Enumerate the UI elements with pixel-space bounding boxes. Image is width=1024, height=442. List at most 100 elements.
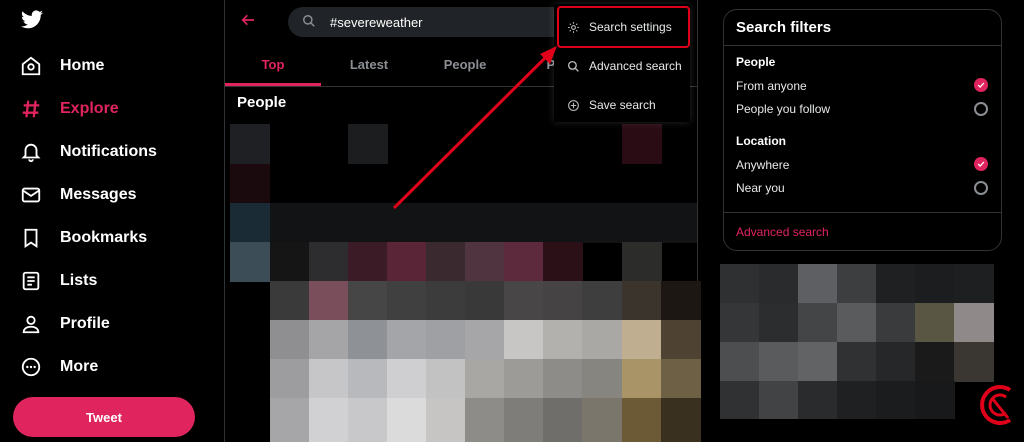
blurred-block: [543, 281, 583, 321]
blurred-block: [309, 359, 349, 399]
blurred-block: [876, 381, 916, 419]
blurred-block: [661, 281, 701, 321]
blurred-block: [876, 342, 916, 382]
blurred-block: [309, 281, 349, 321]
blurred-block: [387, 359, 427, 399]
hashtag-icon: [18, 96, 44, 122]
blurred-block: [426, 281, 466, 321]
profile-icon: [18, 311, 44, 337]
advanced-search-link[interactable]: Advanced search: [736, 225, 829, 239]
blurred-block: [622, 124, 662, 164]
blurred-block: [582, 359, 622, 399]
back-arrow-icon[interactable]: [240, 12, 260, 32]
blurred-block: [504, 359, 544, 399]
blurred-block: [348, 359, 388, 399]
blurred-block: [230, 203, 270, 243]
blurred-block: [876, 264, 916, 304]
section-title-people: People: [237, 94, 287, 111]
blurred-block: [309, 242, 349, 282]
check-icon: [977, 82, 985, 88]
blurred-block: [720, 303, 760, 343]
sidebar-item-messages[interactable]: Messages: [18, 178, 137, 212]
sidebar-item-notifications[interactable]: Notifications: [18, 135, 157, 169]
blurred-block: [387, 320, 427, 360]
menu-item-label: Advanced search: [589, 59, 682, 73]
sidebar-item-lists[interactable]: Lists: [18, 264, 97, 298]
blurred-block: [426, 242, 466, 282]
sidebar-item-label: Home: [60, 57, 105, 74]
blurred-block: [387, 242, 427, 282]
blurred-block: [348, 398, 388, 442]
blurred-block: [915, 381, 955, 419]
watermark-logo-icon: [978, 380, 1018, 430]
blurred-block: [348, 320, 388, 360]
blurred-block: [954, 264, 994, 304]
blurred-block: [915, 303, 955, 343]
blurred-block: [465, 398, 505, 442]
filter-option-people-you-follow[interactable]: People you follow: [736, 102, 830, 116]
radio-people-you-follow[interactable]: [974, 102, 988, 116]
filter-option-near-you[interactable]: Near you: [736, 181, 785, 195]
bookmark-icon: [18, 225, 44, 251]
blurred-block: [465, 281, 505, 321]
filter-option-anywhere[interactable]: Anywhere: [736, 158, 789, 172]
radio-anywhere[interactable]: [974, 157, 988, 171]
blurred-block: [622, 281, 662, 321]
check-icon: [977, 161, 985, 167]
blurred-block: [270, 242, 310, 282]
blurred-block: [270, 359, 310, 399]
blurred-block: [504, 398, 544, 442]
blurred-block: [837, 342, 877, 382]
sidebar-item-bookmarks[interactable]: Bookmarks: [18, 221, 147, 255]
filter-option-from-anyone[interactable]: From anyone: [736, 79, 807, 93]
sidebar-item-label: Lists: [60, 272, 98, 289]
blurred-block: [759, 342, 799, 382]
home-icon: [18, 53, 44, 79]
blurred-block: [798, 342, 838, 382]
blurred-block: [661, 359, 701, 399]
blurred-block: [230, 242, 270, 282]
blurred-block: [230, 164, 270, 204]
blurred-block: [504, 320, 544, 360]
blurred-block: [543, 398, 583, 442]
twitter-logo-icon[interactable]: [20, 8, 48, 36]
blurred-block: [582, 398, 622, 442]
blurred-block: [348, 281, 388, 321]
filter-header-location: Location: [736, 134, 786, 148]
divider: [724, 45, 1001, 46]
blurred-block: [504, 242, 544, 282]
blurred-block: [387, 281, 427, 321]
blurred-block: [798, 303, 838, 343]
blurred-block: [465, 359, 505, 399]
blurred-block: [954, 342, 994, 382]
blurred-block: [543, 242, 583, 282]
blurred-block: [582, 281, 622, 321]
more-icon: [18, 354, 44, 380]
blurred-block: [426, 359, 466, 399]
blurred-block: [230, 124, 270, 164]
sidebar-item-home[interactable]: Home: [18, 49, 104, 83]
blurred-block: [661, 398, 701, 442]
blurred-block: [622, 320, 662, 360]
filters-title: Search filters: [736, 19, 832, 36]
search-input[interactable]: [328, 13, 562, 31]
filter-header-people: People: [736, 55, 776, 69]
annotation-arrow: [392, 46, 557, 210]
search-icon: [302, 14, 318, 30]
sidebar-item-label: Profile: [60, 315, 110, 332]
blurred-block: [661, 320, 701, 360]
radio-from-anyone[interactable]: [974, 78, 988, 92]
tweet-button[interactable]: Tweet: [13, 397, 195, 437]
sidebar-item-profile[interactable]: Profile: [18, 307, 110, 341]
tab-top[interactable]: Top: [225, 42, 321, 86]
divider: [724, 212, 1001, 213]
blurred-block: [465, 242, 505, 282]
blurred-block: [954, 303, 994, 343]
sidebar-item-explore[interactable]: Explore: [18, 92, 119, 126]
radio-near-you[interactable]: [974, 181, 988, 195]
blurred-block: [582, 320, 622, 360]
blurred-block: [543, 320, 583, 360]
blurred-block: [622, 242, 662, 282]
blurred-block: [837, 264, 877, 304]
sidebar-item-more[interactable]: More: [18, 350, 98, 384]
